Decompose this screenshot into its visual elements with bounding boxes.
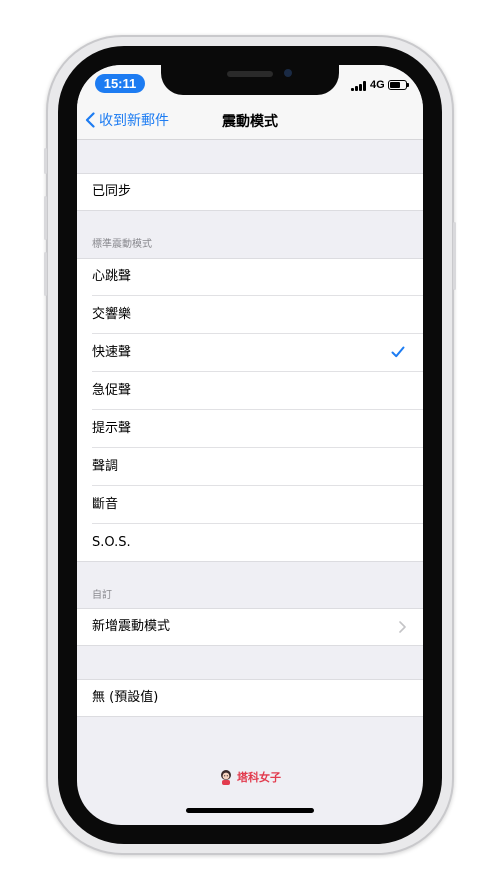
none-default-label: 無 (預設值) — [92, 690, 159, 705]
create-new-vibration-button[interactable]: 新增震動模式 — [77, 608, 423, 646]
volume-down-button — [44, 252, 47, 296]
vibration-option-heartbeat[interactable]: 心跳聲 — [77, 258, 423, 296]
divider — [77, 561, 423, 562]
battery-level — [390, 82, 400, 88]
divider — [77, 716, 423, 717]
vibration-option-urgent[interactable]: 急促聲 — [77, 372, 423, 410]
vibration-option-sos[interactable]: S.O.S. — [77, 524, 423, 562]
chevron-right-icon — [399, 621, 406, 633]
vibration-option-label: S.O.S. — [92, 535, 131, 550]
create-new-vibration-label: 新增震動模式 — [92, 619, 171, 634]
notch — [161, 65, 339, 95]
speaker-grille — [227, 71, 273, 77]
vibration-option-symphony[interactable]: 交響樂 — [77, 296, 423, 334]
vibration-option-label: 提示聲 — [92, 421, 132, 436]
vibration-option-label: 急促聲 — [92, 383, 132, 398]
vibration-option-rapid[interactable]: 快速聲 — [77, 334, 423, 372]
none-default-option[interactable]: 無 (預設值) — [77, 679, 423, 717]
vibration-option-label: 交響樂 — [92, 307, 132, 322]
divider — [77, 608, 423, 609]
section-header-standard: 標準震動模式 — [92, 239, 152, 250]
status-time: 15:11 — [95, 74, 145, 93]
checkmark-icon — [391, 346, 405, 358]
vibration-option-tone[interactable]: 聲調 — [77, 448, 423, 486]
synced-option[interactable]: 已同步 — [77, 173, 423, 211]
navigation-bar: 收到新郵件 震動模式 — [77, 99, 423, 140]
synced-option-label: 已同步 — [92, 184, 132, 199]
vibration-option-staccato[interactable]: 斷音 — [77, 486, 423, 524]
divider — [77, 258, 423, 259]
power-button — [453, 222, 456, 290]
mute-switch — [44, 148, 47, 174]
cellular-signal-icon — [351, 81, 367, 91]
girl-avatar-icon — [221, 770, 231, 785]
vibration-option-label: 心跳聲 — [92, 269, 132, 284]
divider — [77, 210, 423, 211]
divider — [77, 173, 423, 174]
volume-up-button — [44, 196, 47, 240]
vibration-option-label: 斷音 — [92, 497, 119, 512]
front-camera — [284, 69, 292, 77]
phone-screen: 15:11 4G 收到新郵件 震動模式 已同步 標準震動模式 心跳聲 交響樂 快… — [77, 65, 423, 825]
section-header-custom: 自訂 — [92, 590, 112, 601]
watermark: 塔科女子 — [77, 769, 423, 785]
home-indicator[interactable] — [186, 808, 314, 813]
watermark-text: 塔科女子 — [237, 771, 281, 784]
battery-icon — [388, 80, 409, 90]
divider — [77, 645, 423, 646]
vibration-option-label: 快速聲 — [92, 345, 132, 360]
vibration-option-alert[interactable]: 提示聲 — [77, 410, 423, 448]
network-type: 4G — [370, 79, 385, 91]
divider — [77, 679, 423, 680]
vibration-option-label: 聲調 — [92, 459, 119, 474]
page-title: 震動模式 — [222, 114, 278, 130]
